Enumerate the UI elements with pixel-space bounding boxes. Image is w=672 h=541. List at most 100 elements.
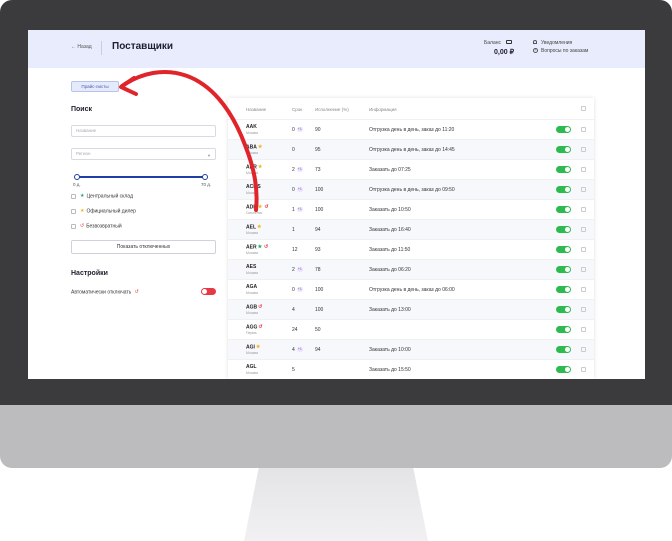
supplier-enabled-toggle[interactable] xyxy=(556,326,571,333)
region-select[interactable]: Регион ▼ xyxy=(71,148,216,160)
row-checkbox[interactable] xyxy=(581,187,586,192)
filter-label: Центральный склад xyxy=(86,193,133,200)
balance-label: Баланс xyxy=(484,40,502,46)
table-row[interactable]: ABR★ Москва 2 +1 73 Заказать до 07:25 xyxy=(228,159,594,179)
supplier-code[interactable]: ACMS xyxy=(246,184,261,190)
row-checkbox[interactable] xyxy=(581,247,586,252)
row-checkbox[interactable] xyxy=(581,267,586,272)
supplier-code[interactable]: AGI★ xyxy=(246,344,262,350)
supplier-info: Отгрузка день в день, заказ до 06:00 xyxy=(369,287,455,293)
name-placeholder: Название xyxy=(76,128,97,133)
row-checkbox[interactable] xyxy=(581,327,586,332)
undo-icon: ↺ xyxy=(258,324,263,330)
supplier-code[interactable]: AEL★ xyxy=(246,224,263,230)
table-row[interactable]: ABA★ Москва 0 95 Отгрузка день в день, заказ… xyxy=(228,139,594,159)
table-row[interactable]: ACMS Москва 0 +1 100 Отгрузка день в день, за… xyxy=(228,179,594,199)
name-input[interactable]: Название xyxy=(71,125,216,137)
show-disabled-button[interactable]: Показать отключенных xyxy=(71,240,216,254)
row-checkbox[interactable] xyxy=(581,367,586,372)
filter-central-warehouse[interactable]: ★ Центральный склад xyxy=(71,193,133,201)
table-row[interactable]: AEL★ Москва 1 94 Заказать до 16:40 xyxy=(228,219,594,239)
delivery-term-value: 0 xyxy=(292,127,295,133)
range-min-handle[interactable] xyxy=(74,174,80,180)
supplier-code[interactable]: AER★ ↺ xyxy=(246,244,270,250)
table-row[interactable]: ADH★ ↺ Смоленск 1 +1 100 Заказать до 10:50 xyxy=(228,199,594,219)
supplier-enabled-toggle[interactable] xyxy=(556,126,571,133)
supplier-enabled-toggle[interactable] xyxy=(556,186,571,193)
supplier-code[interactable]: ABA★ xyxy=(246,144,264,150)
delivery-term: 4 +1 xyxy=(292,347,303,353)
supplier-code[interactable]: AGG↺ xyxy=(246,324,265,330)
execution-percent: 100 xyxy=(315,287,324,293)
delivery-term: 0 xyxy=(292,147,295,153)
chevron-down-icon: ▼ xyxy=(207,153,211,158)
row-checkbox[interactable] xyxy=(581,307,586,312)
row-checkbox[interactable] xyxy=(581,227,586,232)
checkbox[interactable] xyxy=(71,223,76,229)
back-link[interactable]: ← Назад xyxy=(71,44,92,50)
auto-disable-label: Автоматически отключать xyxy=(71,289,132,296)
checkbox[interactable] xyxy=(71,193,76,199)
supplier-code[interactable]: ADH★ ↺ xyxy=(246,204,271,210)
row-checkbox[interactable] xyxy=(581,207,586,212)
delivery-term-value: 4 xyxy=(292,307,295,313)
supplier-city: Москва xyxy=(246,271,258,275)
supplier-enabled-toggle[interactable] xyxy=(556,166,571,173)
table-row[interactable]: AGI★ Москва 4 +1 94 Заказать до 10:00 xyxy=(228,339,594,359)
filter-label: Безвозвратный xyxy=(86,223,122,230)
row-checkbox[interactable] xyxy=(581,167,586,172)
auto-disable-toggle[interactable] xyxy=(201,288,216,295)
term-range-track[interactable] xyxy=(77,176,205,178)
table-row[interactable]: AGL Москва 5 Заказать до 15:50 xyxy=(228,359,594,379)
supplier-city: Москва xyxy=(246,371,258,375)
order-questions-link[interactable]: Вопросы по заказам xyxy=(541,48,588,54)
supplier-enabled-toggle[interactable] xyxy=(556,226,571,233)
table-row[interactable]: AES Москва 2 +1 78 Заказать до 06:20 xyxy=(228,259,594,279)
star-icon: ★ xyxy=(257,164,263,170)
select-all-checkbox[interactable] xyxy=(581,106,586,111)
screen: ← Назад Поставщики Баланс 0,00 ₽ Уведомл… xyxy=(28,30,645,379)
checkbox[interactable] xyxy=(71,208,76,214)
notifications-link[interactable]: Уведомления xyxy=(541,40,572,46)
bell-icon[interactable] xyxy=(533,40,537,44)
supplier-code[interactable]: AAK xyxy=(246,124,257,130)
col-header-term[interactable]: Срок xyxy=(292,107,302,112)
question-icon[interactable]: ? xyxy=(533,48,538,53)
filter-official-dealer[interactable]: ★ Официальный дилер xyxy=(71,208,136,216)
supplier-code[interactable]: AGA xyxy=(246,284,257,290)
row-checkbox[interactable] xyxy=(581,287,586,292)
supplier-code[interactable]: AGB↺ xyxy=(246,304,264,310)
row-checkbox[interactable] xyxy=(581,147,586,152)
row-checkbox[interactable] xyxy=(581,347,586,352)
supplier-enabled-toggle[interactable] xyxy=(556,246,571,253)
supplier-code[interactable]: ABR★ xyxy=(246,164,264,170)
filter-non-returnable[interactable]: ↺ Безвозвратный xyxy=(71,223,122,231)
row-checkbox[interactable] xyxy=(581,127,586,132)
delivery-term-value: 4 xyxy=(292,347,295,353)
auto-disable-setting: Автоматически отключать ↺ xyxy=(71,289,141,295)
execution-percent: 95 xyxy=(315,147,321,153)
col-header-execution[interactable]: Исполнение (%) xyxy=(315,107,349,112)
table-row[interactable]: AGB↺ Москва 4 100 Заказать до 13:00 xyxy=(228,299,594,319)
supplier-code[interactable]: AES xyxy=(246,264,256,270)
supplier-enabled-toggle[interactable] xyxy=(556,286,571,293)
range-max-handle[interactable] xyxy=(202,174,208,180)
table-row[interactable]: AGG↺ Пермь 24 50 xyxy=(228,319,594,339)
settings-title: Настройки xyxy=(71,270,108,277)
supplier-enabled-toggle[interactable] xyxy=(556,146,571,153)
monitor: ← Назад Поставщики Баланс 0,00 ₽ Уведомл… xyxy=(0,0,672,541)
range-max-label: 70 д. xyxy=(201,182,212,187)
supplier-code-text: AGI xyxy=(246,344,255,351)
supplier-enabled-toggle[interactable] xyxy=(556,346,571,353)
price-lists-button[interactable]: Прайс-листы xyxy=(71,81,119,92)
supplier-enabled-toggle[interactable] xyxy=(556,266,571,273)
supplier-enabled-toggle[interactable] xyxy=(556,206,571,213)
table-row[interactable]: AER★ ↺ Москва 12 93 Заказать до 11:50 xyxy=(228,239,594,259)
table-row[interactable]: AAK Москва 0 +1 90 Отгрузка день в день, зака… xyxy=(228,119,594,139)
supplier-code[interactable]: AGL xyxy=(246,364,257,370)
table-row[interactable]: AGA Москва 0 +1 100 Отгрузка день в день, зак… xyxy=(228,279,594,299)
supplier-enabled-toggle[interactable] xyxy=(556,306,571,313)
col-header-name[interactable]: Название xyxy=(246,107,266,112)
supplier-enabled-toggle[interactable] xyxy=(556,366,571,373)
execution-percent: 90 xyxy=(315,127,321,133)
